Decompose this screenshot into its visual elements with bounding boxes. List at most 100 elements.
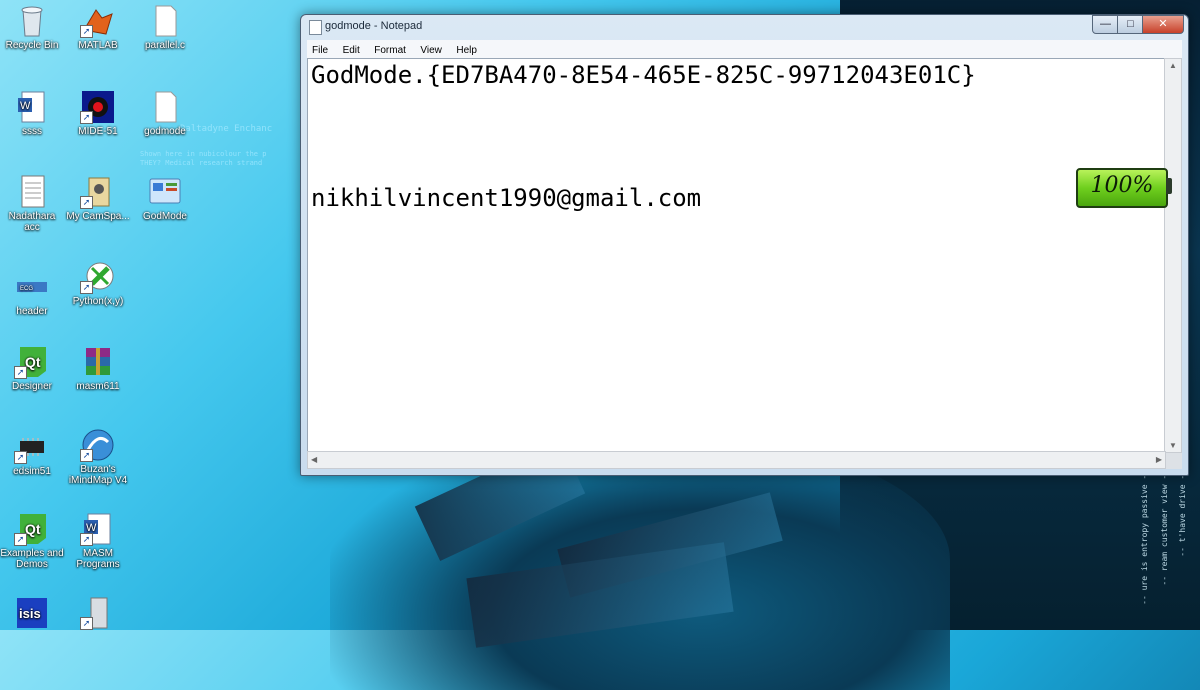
python-xy-icon: ➚	[80, 260, 116, 294]
shortcut-arrow-icon: ➚	[14, 451, 27, 464]
qt-icon: Qt ➚	[14, 512, 50, 546]
icon-label: MASM Programs	[76, 548, 120, 570]
matlab-icon: ➚	[80, 4, 116, 38]
word-document-icon: W	[14, 90, 50, 124]
window-title: godmode - Notepad	[325, 20, 423, 32]
desktop-icon-masm611[interactable]: masm611	[66, 345, 130, 392]
desktop-icon-matlab[interactable]: ➚ MATLAB	[66, 4, 130, 51]
desktop-icon-isis[interactable]: isis	[0, 596, 64, 632]
scroll-down-icon[interactable]: ▼	[1169, 441, 1177, 450]
maximize-button[interactable]: □	[1117, 15, 1144, 34]
mide-icon: ➚	[80, 90, 116, 124]
icon-label: header	[16, 306, 48, 317]
scroll-up-icon[interactable]: ▲	[1169, 61, 1177, 70]
qt-designer-icon: Qt ➚	[14, 345, 50, 379]
menu-help[interactable]: Help	[451, 42, 482, 56]
shortcut-arrow-icon: ➚	[14, 533, 27, 546]
text-editor[interactable]: GodMode.{ED7BA470-8E54-465E-825C-9971204…	[307, 58, 1166, 453]
wallpaper-vertical-text: -- ure is entropy passive --	[1140, 470, 1149, 605]
icon-label: ssss	[22, 126, 42, 137]
text-file-icon	[147, 90, 183, 124]
icon-label: Designer	[11, 381, 53, 392]
shortcut-arrow-icon: ➚	[80, 196, 93, 209]
menu-format[interactable]: Format	[369, 42, 411, 56]
svg-text:isis: isis	[19, 606, 41, 621]
icon-label: Buzan's iMindMap V4	[68, 464, 128, 486]
wallpaper-vertical-text: -- ream customer view --	[1160, 470, 1169, 586]
notepad-icon	[309, 20, 322, 35]
desktop-icon-godmode-folder[interactable]: GodMode	[133, 175, 197, 222]
isis-icon: isis	[14, 596, 50, 630]
minimize-button[interactable]: —	[1092, 15, 1119, 34]
close-button[interactable]: ✕	[1142, 15, 1184, 34]
desktop-icon-python-xy[interactable]: ➚ Python(x,y)	[66, 260, 130, 307]
scroll-left-icon[interactable]: ◀	[311, 455, 317, 464]
shortcut-arrow-icon: ➚	[80, 449, 93, 462]
chip-icon: ➚	[14, 430, 50, 464]
desktop-icon-godmode-file[interactable]: godmode	[133, 90, 197, 137]
desktop-icon-header[interactable]: ECG header	[0, 270, 64, 317]
menu-view[interactable]: View	[415, 42, 447, 56]
desktop-icon-nadathara-acc[interactable]: Nadathara acc	[0, 175, 64, 233]
computer-icon: ➚	[80, 596, 116, 630]
menu-bar: File Edit Format View Help	[307, 40, 1182, 58]
shortcut-arrow-icon: ➚	[80, 533, 93, 546]
icon-label: Recycle Bin	[5, 40, 59, 51]
image-icon: ECG	[14, 270, 50, 304]
camstudio-icon: ➚	[80, 175, 116, 209]
menu-edit[interactable]: Edit	[338, 42, 365, 56]
text-file-icon	[147, 4, 183, 38]
resize-grip[interactable]	[1166, 453, 1182, 469]
desktop-icon-imindmap[interactable]: ➚ Buzan's iMindMap V4	[66, 428, 130, 486]
icon-label: edsim51	[13, 466, 51, 477]
svg-text:ECG: ECG	[20, 286, 33, 292]
menu-file[interactable]: File	[307, 42, 333, 56]
text-line: GodMode.{ED7BA470-8E54-465E-825C-9971204…	[311, 61, 976, 89]
winrar-icon	[80, 345, 116, 379]
desktop-icon-parallel-c[interactable]: parallel.c	[133, 4, 197, 51]
desktop-icon-designer[interactable]: Qt ➚ Designer	[0, 345, 64, 392]
desktop-icon-examples-demos[interactable]: Qt ➚ Examples and Demos	[0, 512, 64, 570]
icon-label: parallel.c	[144, 40, 186, 51]
title-bar[interactable]: godmode - Notepad — □ ✕	[301, 15, 1188, 39]
spreadsheet-icon	[14, 175, 50, 209]
desktop-icon-my-camspace[interactable]: ➚ My CamSpa...	[66, 175, 130, 222]
horizontal-scrollbar[interactable]: ◀ ▶	[307, 451, 1166, 469]
icon-label: My CamSpa...	[66, 211, 130, 222]
desktop-icon-masm-programs[interactable]: W ➚ MASM Programs	[66, 512, 130, 570]
shortcut-arrow-icon: ➚	[14, 366, 27, 379]
desktop-icon-mide-51[interactable]: ➚ MIDE-51	[66, 90, 130, 137]
battery-widget[interactable]: 100%	[1076, 168, 1168, 208]
wallpaper-text: Shown here in nubicolour the p	[140, 150, 267, 158]
desktop-icon-computer[interactable]: ➚	[66, 596, 130, 632]
shortcut-arrow-icon: ➚	[80, 25, 93, 38]
shortcut-arrow-icon: ➚	[80, 111, 93, 124]
text-line: nikhilvincent1990@gmail.com	[311, 184, 702, 212]
recycle-bin-icon	[14, 4, 50, 38]
battery-terminal-icon	[1166, 178, 1172, 194]
wallpaper-text: THEY? Medical research strand	[140, 159, 263, 167]
word-document-icon: W ➚	[80, 512, 116, 546]
notepad-window[interactable]: godmode - Notepad — □ ✕ File Edit Format…	[300, 14, 1189, 476]
vertical-scrollbar[interactable]: ▲ ▼	[1164, 58, 1182, 453]
desktop-icon-edsim51[interactable]: ➚ edsim51	[0, 430, 64, 477]
desktop-icon-ssss[interactable]: W ssss	[0, 90, 64, 137]
svg-text:Qt: Qt	[25, 521, 41, 537]
icon-label: GodMode	[143, 211, 187, 222]
imindmap-icon: ➚	[80, 428, 116, 462]
icon-label: Python(x,y)	[72, 296, 124, 307]
shortcut-arrow-icon: ➚	[80, 281, 93, 294]
svg-text:W: W	[20, 100, 31, 112]
svg-text:Qt: Qt	[25, 354, 41, 370]
icon-label: MIDE-51	[78, 126, 118, 137]
icon-label: masm611	[76, 381, 120, 392]
icon-label: MATLAB	[78, 40, 118, 51]
scroll-right-icon[interactable]: ▶	[1156, 455, 1162, 464]
battery-percent: 100%	[1090, 173, 1154, 198]
desktop-icon-recycle-bin[interactable]: Recycle Bin	[0, 4, 64, 51]
control-panel-icon	[147, 175, 183, 209]
shortcut-arrow-icon: ➚	[80, 617, 93, 630]
wallpaper-vertical-text: -- t'have drive --	[1178, 470, 1187, 557]
icon-label: godmode	[144, 126, 186, 137]
icon-label: Nadathara acc	[8, 211, 56, 233]
